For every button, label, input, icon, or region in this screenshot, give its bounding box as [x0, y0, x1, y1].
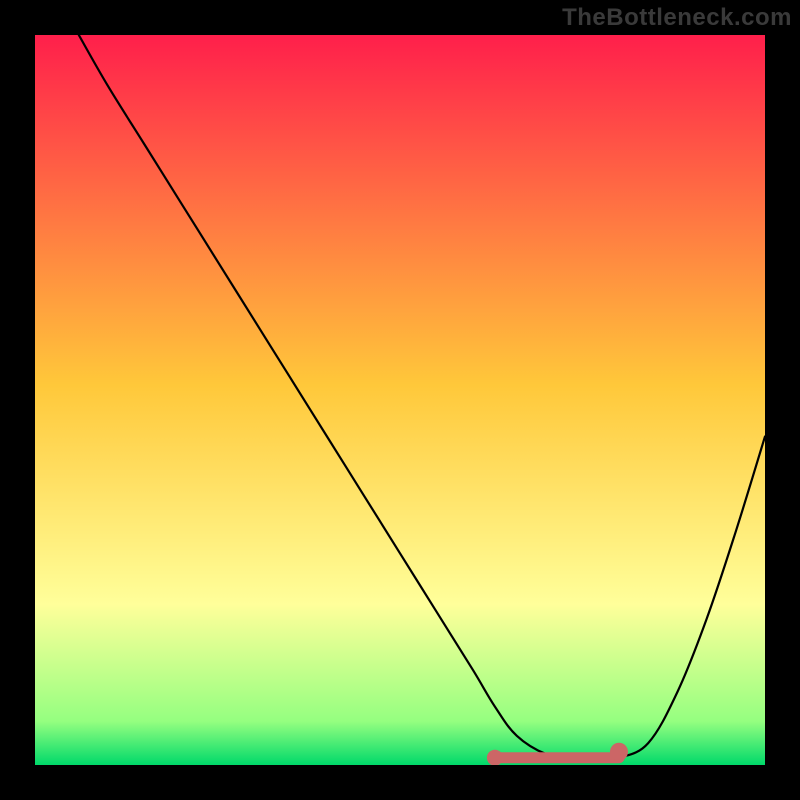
plot-area	[35, 35, 765, 765]
chart-frame: TheBottleneck.com	[0, 0, 800, 800]
bottleneck-chart	[35, 35, 765, 765]
watermark-text: TheBottleneck.com	[562, 4, 792, 32]
